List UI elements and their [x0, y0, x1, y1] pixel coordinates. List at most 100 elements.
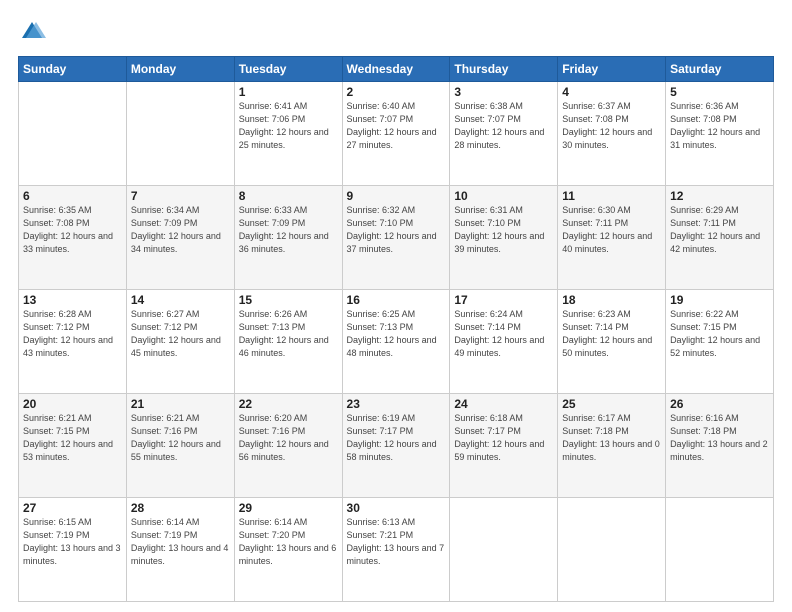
weekday-header: Saturday — [666, 57, 774, 82]
calendar-cell: 5 Sunrise: 6:36 AMSunset: 7:08 PMDayligh… — [666, 82, 774, 186]
calendar-cell: 13 Sunrise: 6:28 AMSunset: 7:12 PMDaylig… — [19, 290, 127, 394]
day-info: Sunrise: 6:37 AMSunset: 7:08 PMDaylight:… — [562, 101, 652, 150]
day-number: 24 — [454, 397, 553, 411]
day-number: 7 — [131, 189, 230, 203]
calendar-cell — [126, 82, 234, 186]
calendar-cell: 25 Sunrise: 6:17 AMSunset: 7:18 PMDaylig… — [558, 394, 666, 498]
day-number: 8 — [239, 189, 338, 203]
calendar-cell: 3 Sunrise: 6:38 AMSunset: 7:07 PMDayligh… — [450, 82, 558, 186]
day-number: 10 — [454, 189, 553, 203]
day-info: Sunrise: 6:20 AMSunset: 7:16 PMDaylight:… — [239, 413, 329, 462]
calendar-cell: 30 Sunrise: 6:13 AMSunset: 7:21 PMDaylig… — [342, 498, 450, 602]
day-number: 14 — [131, 293, 230, 307]
day-info: Sunrise: 6:14 AMSunset: 7:19 PMDaylight:… — [131, 517, 229, 566]
day-number: 26 — [670, 397, 769, 411]
day-info: Sunrise: 6:16 AMSunset: 7:18 PMDaylight:… — [670, 413, 768, 462]
day-info: Sunrise: 6:32 AMSunset: 7:10 PMDaylight:… — [347, 205, 437, 254]
calendar-week-row: 1 Sunrise: 6:41 AMSunset: 7:06 PMDayligh… — [19, 82, 774, 186]
weekday-header: Monday — [126, 57, 234, 82]
calendar-cell: 2 Sunrise: 6:40 AMSunset: 7:07 PMDayligh… — [342, 82, 450, 186]
calendar-table: SundayMondayTuesdayWednesdayThursdayFrid… — [18, 56, 774, 602]
day-info: Sunrise: 6:29 AMSunset: 7:11 PMDaylight:… — [670, 205, 760, 254]
day-info: Sunrise: 6:35 AMSunset: 7:08 PMDaylight:… — [23, 205, 113, 254]
day-number: 25 — [562, 397, 661, 411]
day-number: 29 — [239, 501, 338, 515]
day-info: Sunrise: 6:17 AMSunset: 7:18 PMDaylight:… — [562, 413, 660, 462]
calendar-cell: 4 Sunrise: 6:37 AMSunset: 7:08 PMDayligh… — [558, 82, 666, 186]
calendar-week-row: 6 Sunrise: 6:35 AMSunset: 7:08 PMDayligh… — [19, 186, 774, 290]
page: SundayMondayTuesdayWednesdayThursdayFrid… — [0, 0, 792, 612]
weekday-header-row: SundayMondayTuesdayWednesdayThursdayFrid… — [19, 57, 774, 82]
day-info: Sunrise: 6:21 AMSunset: 7:16 PMDaylight:… — [131, 413, 221, 462]
day-number: 13 — [23, 293, 122, 307]
day-number: 30 — [347, 501, 446, 515]
day-number: 6 — [23, 189, 122, 203]
logo — [18, 18, 50, 46]
weekday-header: Tuesday — [234, 57, 342, 82]
day-info: Sunrise: 6:15 AMSunset: 7:19 PMDaylight:… — [23, 517, 121, 566]
day-info: Sunrise: 6:26 AMSunset: 7:13 PMDaylight:… — [239, 309, 329, 358]
calendar-week-row: 13 Sunrise: 6:28 AMSunset: 7:12 PMDaylig… — [19, 290, 774, 394]
day-number: 1 — [239, 85, 338, 99]
day-info: Sunrise: 6:31 AMSunset: 7:10 PMDaylight:… — [454, 205, 544, 254]
calendar-cell — [19, 82, 127, 186]
day-info: Sunrise: 6:24 AMSunset: 7:14 PMDaylight:… — [454, 309, 544, 358]
calendar-cell: 7 Sunrise: 6:34 AMSunset: 7:09 PMDayligh… — [126, 186, 234, 290]
day-info: Sunrise: 6:36 AMSunset: 7:08 PMDaylight:… — [670, 101, 760, 150]
calendar-cell: 24 Sunrise: 6:18 AMSunset: 7:17 PMDaylig… — [450, 394, 558, 498]
day-number: 9 — [347, 189, 446, 203]
calendar-cell: 11 Sunrise: 6:30 AMSunset: 7:11 PMDaylig… — [558, 186, 666, 290]
day-info: Sunrise: 6:28 AMSunset: 7:12 PMDaylight:… — [23, 309, 113, 358]
calendar-cell: 6 Sunrise: 6:35 AMSunset: 7:08 PMDayligh… — [19, 186, 127, 290]
day-number: 16 — [347, 293, 446, 307]
logo-icon — [18, 18, 46, 46]
day-number: 11 — [562, 189, 661, 203]
calendar-cell: 23 Sunrise: 6:19 AMSunset: 7:17 PMDaylig… — [342, 394, 450, 498]
day-number: 15 — [239, 293, 338, 307]
day-number: 12 — [670, 189, 769, 203]
day-info: Sunrise: 6:40 AMSunset: 7:07 PMDaylight:… — [347, 101, 437, 150]
day-info: Sunrise: 6:14 AMSunset: 7:20 PMDaylight:… — [239, 517, 337, 566]
calendar-cell: 18 Sunrise: 6:23 AMSunset: 7:14 PMDaylig… — [558, 290, 666, 394]
weekday-header: Wednesday — [342, 57, 450, 82]
day-info: Sunrise: 6:27 AMSunset: 7:12 PMDaylight:… — [131, 309, 221, 358]
day-number: 18 — [562, 293, 661, 307]
weekday-header: Thursday — [450, 57, 558, 82]
calendar-cell: 15 Sunrise: 6:26 AMSunset: 7:13 PMDaylig… — [234, 290, 342, 394]
calendar-cell: 20 Sunrise: 6:21 AMSunset: 7:15 PMDaylig… — [19, 394, 127, 498]
calendar-cell: 8 Sunrise: 6:33 AMSunset: 7:09 PMDayligh… — [234, 186, 342, 290]
day-info: Sunrise: 6:23 AMSunset: 7:14 PMDaylight:… — [562, 309, 652, 358]
calendar-cell — [666, 498, 774, 602]
calendar-cell: 22 Sunrise: 6:20 AMSunset: 7:16 PMDaylig… — [234, 394, 342, 498]
day-number: 2 — [347, 85, 446, 99]
day-info: Sunrise: 6:30 AMSunset: 7:11 PMDaylight:… — [562, 205, 652, 254]
calendar-cell — [450, 498, 558, 602]
calendar-cell: 28 Sunrise: 6:14 AMSunset: 7:19 PMDaylig… — [126, 498, 234, 602]
day-info: Sunrise: 6:21 AMSunset: 7:15 PMDaylight:… — [23, 413, 113, 462]
calendar-cell: 26 Sunrise: 6:16 AMSunset: 7:18 PMDaylig… — [666, 394, 774, 498]
day-info: Sunrise: 6:13 AMSunset: 7:21 PMDaylight:… — [347, 517, 445, 566]
day-number: 3 — [454, 85, 553, 99]
day-info: Sunrise: 6:41 AMSunset: 7:06 PMDaylight:… — [239, 101, 329, 150]
calendar-cell: 19 Sunrise: 6:22 AMSunset: 7:15 PMDaylig… — [666, 290, 774, 394]
day-info: Sunrise: 6:25 AMSunset: 7:13 PMDaylight:… — [347, 309, 437, 358]
calendar-cell: 17 Sunrise: 6:24 AMSunset: 7:14 PMDaylig… — [450, 290, 558, 394]
calendar-cell: 10 Sunrise: 6:31 AMSunset: 7:10 PMDaylig… — [450, 186, 558, 290]
calendar-cell: 9 Sunrise: 6:32 AMSunset: 7:10 PMDayligh… — [342, 186, 450, 290]
day-info: Sunrise: 6:38 AMSunset: 7:07 PMDaylight:… — [454, 101, 544, 150]
day-number: 22 — [239, 397, 338, 411]
calendar-cell: 27 Sunrise: 6:15 AMSunset: 7:19 PMDaylig… — [19, 498, 127, 602]
day-info: Sunrise: 6:22 AMSunset: 7:15 PMDaylight:… — [670, 309, 760, 358]
day-number: 21 — [131, 397, 230, 411]
day-number: 19 — [670, 293, 769, 307]
calendar-week-row: 27 Sunrise: 6:15 AMSunset: 7:19 PMDaylig… — [19, 498, 774, 602]
day-number: 20 — [23, 397, 122, 411]
day-number: 4 — [562, 85, 661, 99]
day-number: 27 — [23, 501, 122, 515]
header — [18, 18, 774, 46]
calendar-cell: 12 Sunrise: 6:29 AMSunset: 7:11 PMDaylig… — [666, 186, 774, 290]
weekday-header: Friday — [558, 57, 666, 82]
calendar-week-row: 20 Sunrise: 6:21 AMSunset: 7:15 PMDaylig… — [19, 394, 774, 498]
calendar-cell: 16 Sunrise: 6:25 AMSunset: 7:13 PMDaylig… — [342, 290, 450, 394]
calendar-cell — [558, 498, 666, 602]
